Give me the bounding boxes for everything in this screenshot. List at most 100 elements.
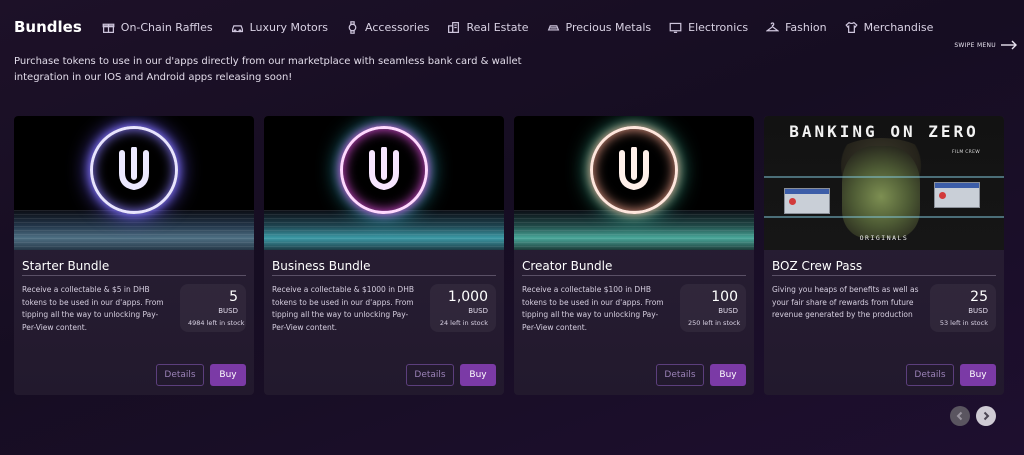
card-description: Receive a collectable $100 in DHB tokens… bbox=[522, 285, 664, 332]
stock-count: 24 left in stock bbox=[439, 319, 488, 327]
nav-item-label: Luxury Motors bbox=[249, 20, 329, 34]
divider bbox=[272, 275, 496, 276]
price-value: 1,000 bbox=[447, 289, 488, 305]
bundle-image bbox=[264, 116, 504, 250]
details-button[interactable]: Details bbox=[406, 364, 454, 386]
nav-item-real-estate[interactable]: Real Estate bbox=[447, 20, 529, 34]
nav-item-label: Precious Metals bbox=[565, 20, 652, 34]
chevron-left-icon bbox=[956, 411, 963, 421]
nav-title[interactable]: Bundles bbox=[14, 18, 82, 36]
nav-item-label: Real Estate bbox=[466, 20, 529, 34]
page-description: Purchase tokens to use in our d'apps dir… bbox=[14, 56, 522, 83]
dhb-logo-icon bbox=[369, 147, 399, 190]
error-icon bbox=[939, 192, 946, 199]
poster-footer: ORIGINALS bbox=[859, 234, 909, 242]
nav-item-precious-metals[interactable]: Precious Metals bbox=[547, 20, 652, 34]
tshirt-icon bbox=[844, 21, 858, 34]
nav-item-electronics[interactable]: Electronics bbox=[669, 21, 748, 34]
chevron-right-icon bbox=[983, 411, 990, 421]
error-window bbox=[784, 188, 830, 214]
poster-face bbox=[842, 146, 920, 238]
card-title: BOZ Crew Pass bbox=[772, 259, 863, 273]
hanger-icon bbox=[766, 21, 780, 34]
nav-item-label: Electronics bbox=[688, 20, 749, 34]
nav-item-label: Fashion bbox=[785, 20, 827, 34]
card-title: Creator Bundle bbox=[522, 259, 613, 273]
price-value: 100 bbox=[711, 289, 738, 305]
poster-subtitle: FILM CREW bbox=[952, 150, 980, 155]
buy-button[interactable]: Buy bbox=[710, 364, 746, 386]
next-button[interactable] bbox=[976, 406, 996, 426]
card-title: Starter Bundle bbox=[22, 259, 110, 273]
buy-button[interactable]: Buy bbox=[210, 364, 246, 386]
stock-count: 53 left in stock bbox=[939, 319, 988, 327]
card-description: Receive a collectable & $1000 in DHB tok… bbox=[272, 285, 414, 332]
glitch-line bbox=[764, 216, 1004, 218]
price-currency: BUSD bbox=[218, 307, 238, 315]
building-icon bbox=[447, 21, 460, 34]
divider bbox=[772, 275, 996, 276]
card-description: Giving you heaps of benefits as well as … bbox=[772, 285, 919, 319]
bundle-card: Starter Bundle Receive a collectable & $… bbox=[14, 116, 254, 395]
watch-icon bbox=[346, 20, 359, 34]
error-icon bbox=[789, 198, 796, 205]
nav-item-merchandise[interactable]: Merchandise bbox=[844, 20, 934, 34]
bundle-image bbox=[14, 116, 254, 250]
card-description: Receive a collectable & $5 in DHB tokens… bbox=[22, 285, 164, 332]
price-box: 25 BUSD 53 left in stock bbox=[930, 284, 996, 332]
bundle-card: Business Bundle Receive a collectable & … bbox=[264, 116, 504, 395]
price-currency: BUSD bbox=[468, 307, 488, 315]
category-nav: Bundles On-Chain Raffles Luxury Motors A… bbox=[14, 14, 1004, 40]
monitor-icon bbox=[669, 21, 682, 34]
price-value: 5 bbox=[229, 289, 238, 305]
car-icon bbox=[231, 21, 244, 34]
water-reflection bbox=[264, 210, 504, 250]
details-button[interactable]: Details bbox=[156, 364, 204, 386]
swipe-menu-hint[interactable]: SWIPE MENU bbox=[954, 40, 1018, 50]
stock-count: 4984 left in stock bbox=[188, 319, 245, 327]
bundle-card: BANKING ON ZERO FILM CREW ORIGINALS BOZ … bbox=[764, 116, 1004, 395]
details-button[interactable]: Details bbox=[656, 364, 704, 386]
gift-icon bbox=[102, 21, 115, 34]
neon-ring bbox=[340, 126, 428, 214]
prev-button[interactable] bbox=[950, 406, 970, 426]
divider bbox=[522, 275, 746, 276]
bundle-card: Creator Bundle Receive a collectable $10… bbox=[514, 116, 754, 395]
buy-button[interactable]: Buy bbox=[460, 364, 496, 386]
price-currency: BUSD bbox=[718, 307, 738, 315]
gold-bar-icon bbox=[547, 21, 560, 34]
buy-button[interactable]: Buy bbox=[960, 364, 996, 386]
price-currency: BUSD bbox=[968, 307, 988, 315]
glitch-line bbox=[764, 176, 1004, 178]
bundle-image bbox=[514, 116, 754, 250]
dhb-logo-icon bbox=[119, 147, 149, 190]
price-box: 100 BUSD 250 left in stock bbox=[680, 284, 746, 332]
boz-poster-image: BANKING ON ZERO FILM CREW ORIGINALS bbox=[764, 116, 1004, 250]
nav-item-accessories[interactable]: Accessories bbox=[346, 21, 429, 34]
nav-item-label: On-Chain Raffles bbox=[120, 20, 213, 34]
bundle-cards: Starter Bundle Receive a collectable & $… bbox=[14, 116, 1004, 395]
divider bbox=[22, 275, 246, 276]
nav-item-luxury-motors[interactable]: Luxury Motors bbox=[231, 21, 328, 34]
neon-ring bbox=[90, 126, 178, 214]
nav-item-fashion[interactable]: Fashion bbox=[766, 21, 827, 34]
nav-item-on-chain-raffles[interactable]: On-Chain Raffles bbox=[102, 21, 213, 34]
card-title: Business Bundle bbox=[272, 259, 371, 273]
dhb-logo-icon bbox=[619, 147, 649, 190]
arrow-right-icon bbox=[1001, 40, 1017, 50]
price-box: 1,000 BUSD 24 left in stock bbox=[430, 284, 496, 332]
nav-item-label: Merchandise bbox=[863, 20, 934, 34]
poster-title: BANKING ON ZERO bbox=[789, 122, 979, 141]
stock-count: 250 left in stock bbox=[688, 319, 741, 327]
price-value: 25 bbox=[970, 289, 988, 305]
swipe-menu-label: SWIPE MENU bbox=[954, 41, 996, 49]
error-window bbox=[934, 182, 980, 208]
price-box: 5 BUSD 4984 left in stock bbox=[180, 284, 246, 332]
water-reflection bbox=[14, 210, 254, 250]
bundles-page: Bundles On-Chain Raffles Luxury Motors A… bbox=[0, 0, 1024, 455]
neon-ring bbox=[590, 126, 678, 214]
details-button[interactable]: Details bbox=[906, 364, 954, 386]
carousel-pager bbox=[950, 406, 996, 426]
nav-item-label: Accessories bbox=[365, 20, 430, 34]
water-reflection bbox=[514, 210, 754, 250]
